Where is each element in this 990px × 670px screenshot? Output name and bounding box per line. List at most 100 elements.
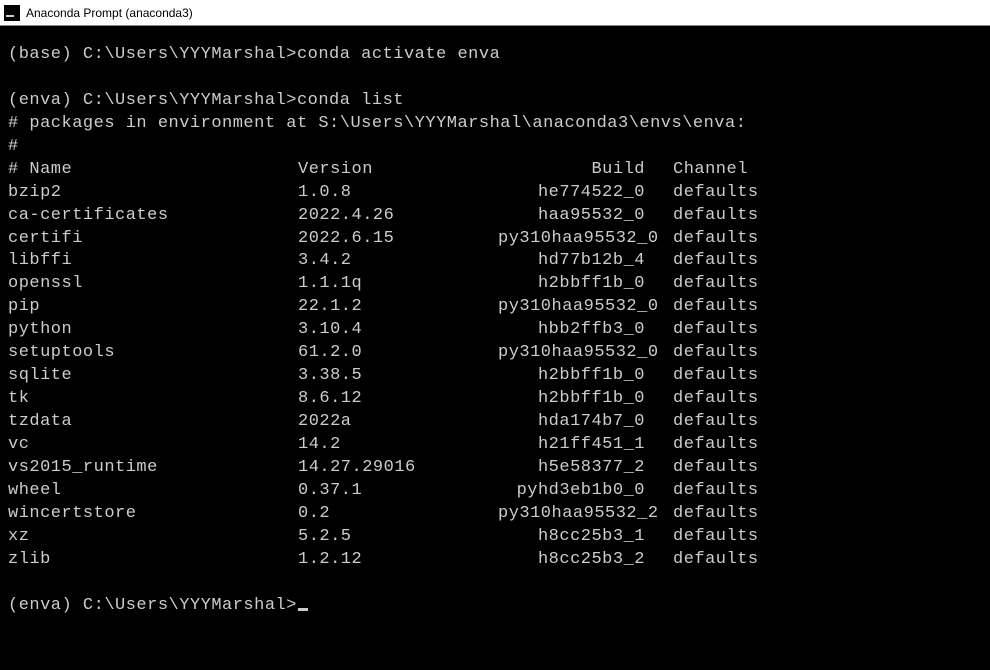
terminal-body[interactable]: (base) C:\Users\YYYMarshal>conda activat… [0,26,990,670]
package-version: 1.0.8 [298,182,498,205]
package-name: xz [8,526,298,549]
package-version: 5.2.5 [298,526,498,549]
package-name: python [8,319,298,342]
package-name: vc [8,434,298,457]
package-channel: defaults [673,273,759,296]
package-version: 22.1.2 [298,296,498,319]
package-build: hda174b7_0 [498,411,673,434]
package-build: hbb2ffb3_0 [498,319,673,342]
blank-line [8,572,982,595]
prompt-line-2: (enva) C:\Users\YYYMarshal>conda list [8,90,982,113]
package-name: tk [8,388,298,411]
package-channel: defaults [673,228,759,251]
package-build: he774522_0 [498,182,673,205]
col-header-version: Version [298,159,498,182]
package-row: wheel0.37.1pyhd3eb1b0_0defaults [8,480,982,503]
package-channel: defaults [673,434,759,457]
package-channel: defaults [673,526,759,549]
package-name: sqlite [8,365,298,388]
package-row: setuptools61.2.0py310haa95532_0defaults [8,342,982,365]
package-channel: defaults [673,205,759,228]
package-version: 8.6.12 [298,388,498,411]
package-row: pip22.1.2py310haa95532_0defaults [8,296,982,319]
package-row: ca-certificates2022.4.26haa95532_0defaul… [8,205,982,228]
package-name: ca-certificates [8,205,298,228]
package-build: h8cc25b3_1 [498,526,673,549]
hash-line: # [8,136,982,159]
command-text: conda list [297,91,404,110]
package-build: py310haa95532_0 [498,296,673,319]
package-row: bzip21.0.8he774522_0defaults [8,182,982,205]
package-channel: defaults [673,457,759,480]
package-version: 2022.4.26 [298,205,498,228]
package-row: zlib1.2.12h8cc25b3_2defaults [8,549,982,572]
package-version: 0.2 [298,503,498,526]
package-channel: defaults [673,480,759,503]
package-row: wincertstore0.2py310haa95532_2defaults [8,503,982,526]
window-title: Anaconda Prompt (anaconda3) [26,6,193,20]
package-build: h2bbff1b_0 [498,365,673,388]
package-version: 14.2 [298,434,498,457]
package-name: vs2015_runtime [8,457,298,480]
window-titlebar[interactable]: Anaconda Prompt (anaconda3) [0,0,990,26]
package-name: libffi [8,250,298,273]
package-name: wincertstore [8,503,298,526]
column-header-row: # Name Version Build Channel [8,159,982,182]
package-row: tzdata2022ahda174b7_0defaults [8,411,982,434]
package-channel: defaults [673,503,759,526]
package-row: tk8.6.12h2bbff1b_0defaults [8,388,982,411]
package-version: 1.1.1q [298,273,498,296]
package-row: openssl1.1.1qh2bbff1b_0defaults [8,273,982,296]
package-version: 3.4.2 [298,250,498,273]
package-build: py310haa95532_0 [498,342,673,365]
package-name: certifi [8,228,298,251]
prompt-prefix: (enva) C:\Users\YYYMarshal> [8,596,297,615]
package-build: haa95532_0 [498,205,673,228]
package-channel: defaults [673,342,759,365]
package-version: 0.37.1 [298,480,498,503]
prompt-prefix: (base) C:\Users\YYYMarshal> [8,45,297,64]
package-version: 2022.6.15 [298,228,498,251]
package-row: libffi3.4.2hd77b12b_4defaults [8,250,982,273]
package-name: pip [8,296,298,319]
package-row: vc14.2h21ff451_1defaults [8,434,982,457]
package-name: openssl [8,273,298,296]
package-build: py310haa95532_0 [498,228,673,251]
prompt-line-3: (enva) C:\Users\YYYMarshal> [8,595,982,618]
package-channel: defaults [673,365,759,388]
package-build: h2bbff1b_0 [498,273,673,296]
blank-line [8,67,982,90]
package-version: 14.27.29016 [298,457,498,480]
package-channel: defaults [673,296,759,319]
package-row: vs2015_runtime14.27.29016h5e58377_2defau… [8,457,982,480]
package-build: h21ff451_1 [498,434,673,457]
package-version: 3.38.5 [298,365,498,388]
package-build: h5e58377_2 [498,457,673,480]
package-version: 1.2.12 [298,549,498,572]
col-header-name: # Name [8,159,298,182]
prompt-prefix: (enva) C:\Users\YYYMarshal> [8,91,297,110]
package-name: tzdata [8,411,298,434]
package-row: xz5.2.5h8cc25b3_1defaults [8,526,982,549]
package-build: py310haa95532_2 [498,503,673,526]
package-build: h8cc25b3_2 [498,549,673,572]
package-channel: defaults [673,411,759,434]
package-version: 61.2.0 [298,342,498,365]
cursor [298,608,308,611]
package-channel: defaults [673,319,759,342]
package-build: h2bbff1b_0 [498,388,673,411]
package-name: wheel [8,480,298,503]
package-channel: defaults [673,182,759,205]
package-row: python3.10.4hbb2ffb3_0defaults [8,319,982,342]
package-build: hd77b12b_4 [498,250,673,273]
env-header-line: # packages in environment at S:\Users\YY… [8,113,982,136]
package-channel: defaults [673,388,759,411]
col-header-channel: Channel [673,159,748,182]
package-row: sqlite3.38.5h2bbff1b_0defaults [8,365,982,388]
package-channel: defaults [673,549,759,572]
package-version: 3.10.4 [298,319,498,342]
package-build: pyhd3eb1b0_0 [498,480,673,503]
package-list: bzip21.0.8he774522_0defaultsca-certifica… [8,182,982,572]
package-row: certifi2022.6.15py310haa95532_0defaults [8,228,982,251]
command-text: conda activate enva [297,45,500,64]
